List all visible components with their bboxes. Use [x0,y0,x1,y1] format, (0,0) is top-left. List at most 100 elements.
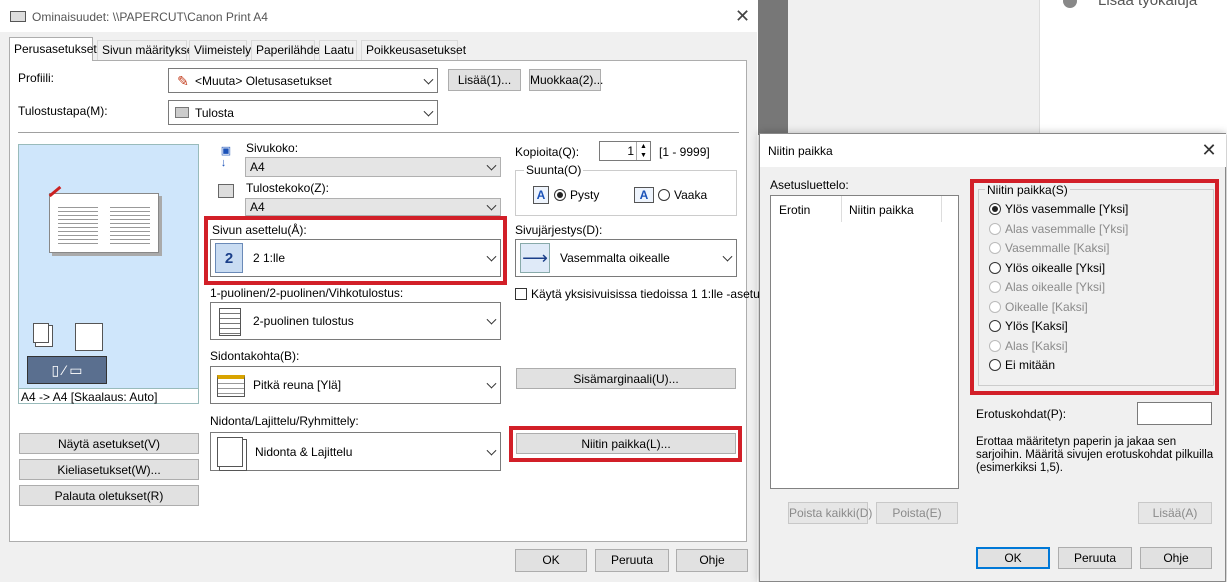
radio-circle[interactable] [989,261,1001,274]
ok-button[interactable]: OK [515,549,587,572]
separator-description: Erottaa määritetyn paperin ja jakaa sen … [976,436,1214,474]
tab-4[interactable]: Laatu [319,40,357,60]
add-button[interactable]: Lisää(A) [1138,502,1212,524]
gutter-button[interactable]: Sisämarginaali(U)... [516,368,736,389]
print-method-label: Tulostustapa(M): [18,104,108,118]
copies-spinner-icon[interactable]: ▲ ▼ [636,142,650,160]
copies-input[interactable]: 1 ▲ ▼ [599,141,651,161]
copies-range: [1 - 9999] [659,145,710,159]
radio-circle[interactable] [989,203,1001,215]
binding-label: Sidontakohta(B): [210,349,300,363]
orientation-label: Suunta(O) [524,163,584,177]
page-layout-select[interactable]: 2 2 1:lle [210,239,501,277]
delete-all-button[interactable]: Poista kaikki(D) [788,502,872,524]
staple-group-label: Niitin paikka(S) [985,183,1070,197]
staple-option-label: Oikealle [Kaksi] [1005,299,1088,314]
preview-toggle-button[interactable]: ▯ ⁄ ▭ [27,356,107,384]
tab-5[interactable]: Poikkeusasetukset [361,40,466,60]
background-panel-white [1039,0,1227,135]
printer-icon [10,11,26,22]
preview-page-right [110,204,150,244]
close-icon[interactable]: ✕ [735,7,750,25]
staple-option-label: Alas vasemmalle [Yksi] [1005,221,1129,236]
copies-value: 1 [627,144,634,158]
show-settings-button[interactable]: Näytä asetukset(V) [19,433,199,454]
staple-option-radio: Alas vasemmalle [Yksi] [989,222,1128,236]
n-up-icon: 2 [215,243,243,273]
properties-dialog: Ominaisuudet: \\PAPERCUT\Canon Print A4 … [0,0,776,582]
staple-option-radio: Alas oikealle [Yksi] [989,280,1105,294]
chevron-down-icon [423,106,434,117]
staple-option-radio[interactable]: Ylös [Kaksi] [989,319,1068,333]
staple-option-radio[interactable]: Ylös vasemmalle [Yksi] [989,202,1128,216]
orientation-landscape-radio[interactable]: Vaaka [658,188,707,202]
dialog-help-button[interactable]: Ohje [1140,547,1212,569]
printer-icon [175,107,189,118]
radio-circle[interactable] [989,320,1001,332]
preview-caption-bar: A4 -> A4 [Skaalaus: Auto] [18,388,199,404]
staple-sort-select[interactable]: Nidonta & Lajittelu [210,432,501,471]
dialog-title-bar: Niitin paikka ✕ [760,134,1226,167]
tab-2[interactable]: Viimeistely [189,40,251,60]
cancel-button[interactable]: Peruuta [595,549,669,572]
page-order-label: Sivujärjestys(D): [515,223,603,237]
chevron-down-icon [486,251,497,262]
separator-input[interactable] [1137,402,1212,425]
profile-select[interactable]: ✎ <Muuta> Oletusasetukset [168,68,438,93]
settings-list[interactable]: Erotin Niitin paikka [770,195,959,489]
page-layout-value: 2 1:lle [253,251,286,265]
radio-circle [989,300,1001,313]
title-bar: Ominaisuudet: \\PAPERCUT\Canon Print A4 … [0,0,757,32]
separator-label: Erotuskohdat(P): [976,407,1067,421]
preview-area: ▯ ⁄ ▭ [18,144,199,403]
use-single-checkbox-label: Käytä yksisivuisissa tiedoissa 1 1:lle -… [531,287,776,301]
page-size-value: A4 [250,160,265,174]
staple-mark-icon [48,185,62,198]
staple-option-radio: Vasemmalle [Kaksi] [989,241,1109,255]
print-method-value: Tulosta [195,105,234,120]
tab-0[interactable]: Perusasetukset [9,37,97,61]
close-icon[interactable]: ✕ [1201,141,1217,159]
list-header-divider [941,196,942,222]
staple-position-button[interactable]: Niitin paikka(L)... [516,433,736,454]
tab-1[interactable]: Sivun määritykset [97,40,197,60]
orientation-portrait-label: Pysty [570,188,600,202]
radio-circle [989,281,1001,293]
orientation-portrait-radio[interactable]: Pysty [554,188,599,202]
chevron-down-icon [423,74,434,85]
add-profile-button[interactable]: Lisää(1)... [448,69,521,91]
edit-profile-button[interactable]: Muokkaa(2)... [529,69,603,91]
dialog-ok-button[interactable]: OK [976,547,1050,569]
restore-defaults-button[interactable]: Palauta oletukset(R) [19,485,199,506]
duplex-select[interactable]: 2-puolinen tulostus [210,302,501,340]
duplex-icon [219,308,241,336]
page-order-select[interactable]: ⟶ Vasemmalta oikealle [515,239,737,277]
page-order-value: Vasemmalta oikealle [560,251,670,265]
binding-select[interactable]: Pitkä reuna [Ylä] [210,366,501,404]
print-method-select[interactable]: Tulosta [168,100,438,125]
help-button[interactable]: Ohje [676,549,748,572]
paper-preview [48,185,159,253]
tab-3[interactable]: Paperilähde [251,40,320,60]
duplex-label: 1-puolinen/2-puolinen/Vihkotulostus: [210,286,404,300]
staple-option-radio[interactable]: Ei mitään [989,358,1055,372]
output-size-select[interactable]: A4 [245,198,501,216]
arrow-right-icon: ⟶ [520,243,550,273]
dialog-cancel-button[interactable]: Peruuta [1058,547,1132,569]
radio-circle[interactable] [989,359,1001,371]
pencil-icon: ✎ [177,72,189,89]
use-single-checkbox[interactable]: Käytä yksisivuisissa tiedoissa 1 1:lle -… [515,287,776,301]
chevron-down-icon [486,200,497,211]
copies-label: Kopioita(Q): [515,145,580,159]
output-size-value: A4 [250,200,265,214]
delete-button[interactable]: Poista(E) [876,502,958,524]
page-size-select[interactable]: A4 [245,157,501,177]
checkbox-box[interactable] [515,288,527,300]
staple-option-radio[interactable]: Ylös oikealle [Yksi] [989,261,1105,275]
preview-page-left [58,204,98,244]
language-settings-button[interactable]: Kieliasetukset(W)... [19,459,199,480]
staple-sort-value: Nidonta & Lajittelu [255,444,353,459]
portrait-icon: A [533,186,549,204]
staple-option-label: Alas [Kaksi] [1005,338,1068,353]
list-header-staple: Niitin paikka [849,203,914,217]
